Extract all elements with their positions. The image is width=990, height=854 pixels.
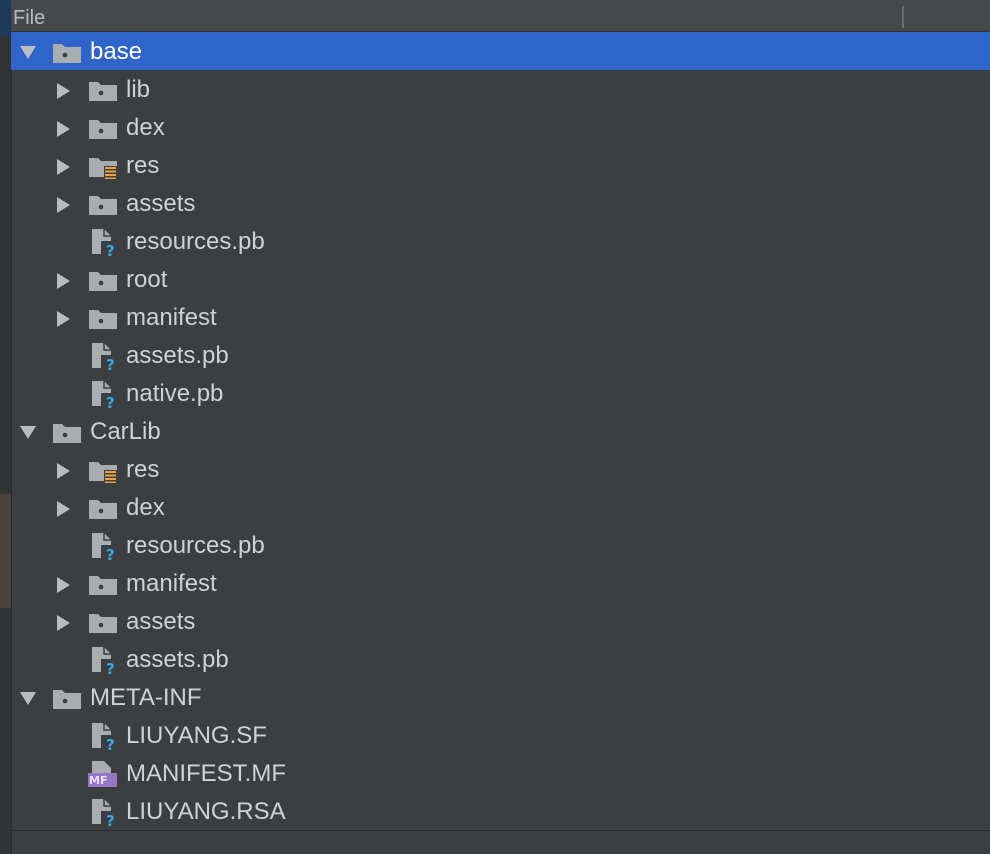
folder-icon — [87, 77, 119, 103]
tree-row[interactable]: assets — [11, 602, 990, 640]
tree-item-label: LIUYANG.RSA — [126, 798, 286, 825]
tree-row[interactable]: ? native.pb — [11, 374, 990, 412]
folder-icon — [87, 571, 119, 597]
expand-arrow-right-icon[interactable] — [55, 82, 71, 99]
tree-item-label: resources.pb — [126, 532, 265, 559]
expand-arrow-right-icon[interactable] — [55, 158, 71, 175]
tree-item-label: assets — [126, 608, 196, 635]
svg-text:?: ? — [106, 660, 115, 675]
tree-bottom-divider — [11, 830, 990, 831]
unknown-file-icon: ? — [87, 797, 119, 827]
expand-arrow-right-icon[interactable] — [55, 500, 71, 517]
resource-folder-icon — [87, 457, 119, 483]
tree-row[interactable]: CarLib — [11, 412, 990, 450]
column-header: File — [11, 0, 990, 32]
folder-icon — [51, 39, 83, 65]
svg-text:?: ? — [106, 812, 115, 827]
tree-item-label: root — [126, 266, 168, 293]
unknown-file-icon: ? — [87, 531, 119, 561]
tree-row[interactable]: base — [11, 32, 990, 70]
tree-row[interactable]: assets — [11, 184, 990, 222]
unknown-file-icon: ? — [87, 645, 119, 675]
expand-arrow-right-icon[interactable] — [55, 272, 71, 289]
tree-row[interactable]: res — [11, 450, 990, 488]
tree-item-label: res — [126, 456, 160, 483]
tree-item-label: assets.pb — [126, 646, 229, 673]
folder-icon — [87, 305, 119, 331]
svg-text:?: ? — [106, 242, 115, 257]
tree-row[interactable]: dex — [11, 488, 990, 526]
expand-arrow-down-icon[interactable] — [19, 424, 36, 440]
folder-icon — [87, 609, 119, 635]
tree-row[interactable]: META-INF — [11, 678, 990, 716]
column-resize-handle[interactable] — [902, 6, 904, 28]
tree-row[interactable]: manifest — [11, 298, 990, 336]
manifest-badge: MF — [89, 774, 108, 787]
tree-item-label: CarLib — [90, 418, 161, 445]
expand-arrow-down-icon[interactable] — [19, 690, 36, 706]
expand-arrow-right-icon[interactable] — [55, 120, 71, 137]
unknown-file-icon: ? — [87, 227, 119, 257]
tree-row[interactable]: ? assets.pb — [11, 336, 990, 374]
unknown-file-icon: ? — [87, 721, 119, 751]
tree-item-label: assets.pb — [126, 342, 229, 369]
tree-row[interactable]: res — [11, 146, 990, 184]
tree-item-label: native.pb — [126, 380, 224, 407]
tree-row[interactable]: MF MANIFEST.MF — [11, 754, 990, 792]
expand-arrow-right-icon[interactable] — [55, 614, 71, 631]
tree-item-label: lib — [126, 76, 151, 103]
tool-strip-middle-marker — [0, 494, 11, 608]
folder-icon — [87, 495, 119, 521]
expand-arrow-right-icon[interactable] — [55, 310, 71, 327]
tree-row[interactable]: ? assets.pb — [11, 640, 990, 678]
column-header-title: File — [13, 7, 46, 29]
tree-item-label: dex — [126, 114, 165, 141]
expand-arrow-right-icon[interactable] — [55, 576, 71, 593]
svg-text:?: ? — [106, 356, 115, 371]
resource-folder-icon — [87, 153, 119, 179]
folder-icon — [87, 267, 119, 293]
tree-item-label: META-INF — [90, 684, 202, 711]
unknown-file-icon: ? — [87, 379, 119, 409]
tree-row[interactable]: ? LIUYANG.RSA — [11, 792, 990, 830]
folder-icon — [51, 419, 83, 445]
svg-text:?: ? — [106, 546, 115, 561]
tree-item-label: MANIFEST.MF — [126, 760, 286, 787]
tree-row[interactable]: lib — [11, 70, 990, 108]
svg-text:?: ? — [106, 736, 115, 751]
tree-item-label: res — [126, 152, 160, 179]
tree-item-label: manifest — [126, 570, 217, 597]
expand-arrow-right-icon[interactable] — [55, 462, 71, 479]
tree-item-label: manifest — [126, 304, 217, 331]
folder-icon — [51, 685, 83, 711]
tree-row[interactable]: ? LIUYANG.SF — [11, 716, 990, 754]
folder-icon — [87, 191, 119, 217]
folder-icon — [87, 115, 119, 141]
svg-text:?: ? — [106, 394, 115, 409]
file-tree: base lib dex res assets? resources.pb root mani… — [11, 32, 990, 830]
unknown-file-icon: ? — [87, 341, 119, 371]
tree-row[interactable]: ? resources.pb — [11, 222, 990, 260]
expand-arrow-right-icon[interactable] — [55, 196, 71, 213]
tree-row[interactable]: manifest — [11, 564, 990, 602]
tree-item-label: LIUYANG.SF — [126, 722, 267, 749]
tree-item-label: base — [90, 38, 143, 65]
tree-row[interactable]: root — [11, 260, 990, 298]
tree-item-label: assets — [126, 190, 196, 217]
tree-row[interactable]: ? resources.pb — [11, 526, 990, 564]
manifest-file-icon: MF — [87, 759, 119, 787]
tree-row[interactable]: dex — [11, 108, 990, 146]
expand-arrow-down-icon[interactable] — [19, 44, 36, 60]
tool-strip-top-marker — [0, 0, 11, 36]
tree-item-label: dex — [126, 494, 165, 521]
tree-item-label: resources.pb — [126, 228, 265, 255]
